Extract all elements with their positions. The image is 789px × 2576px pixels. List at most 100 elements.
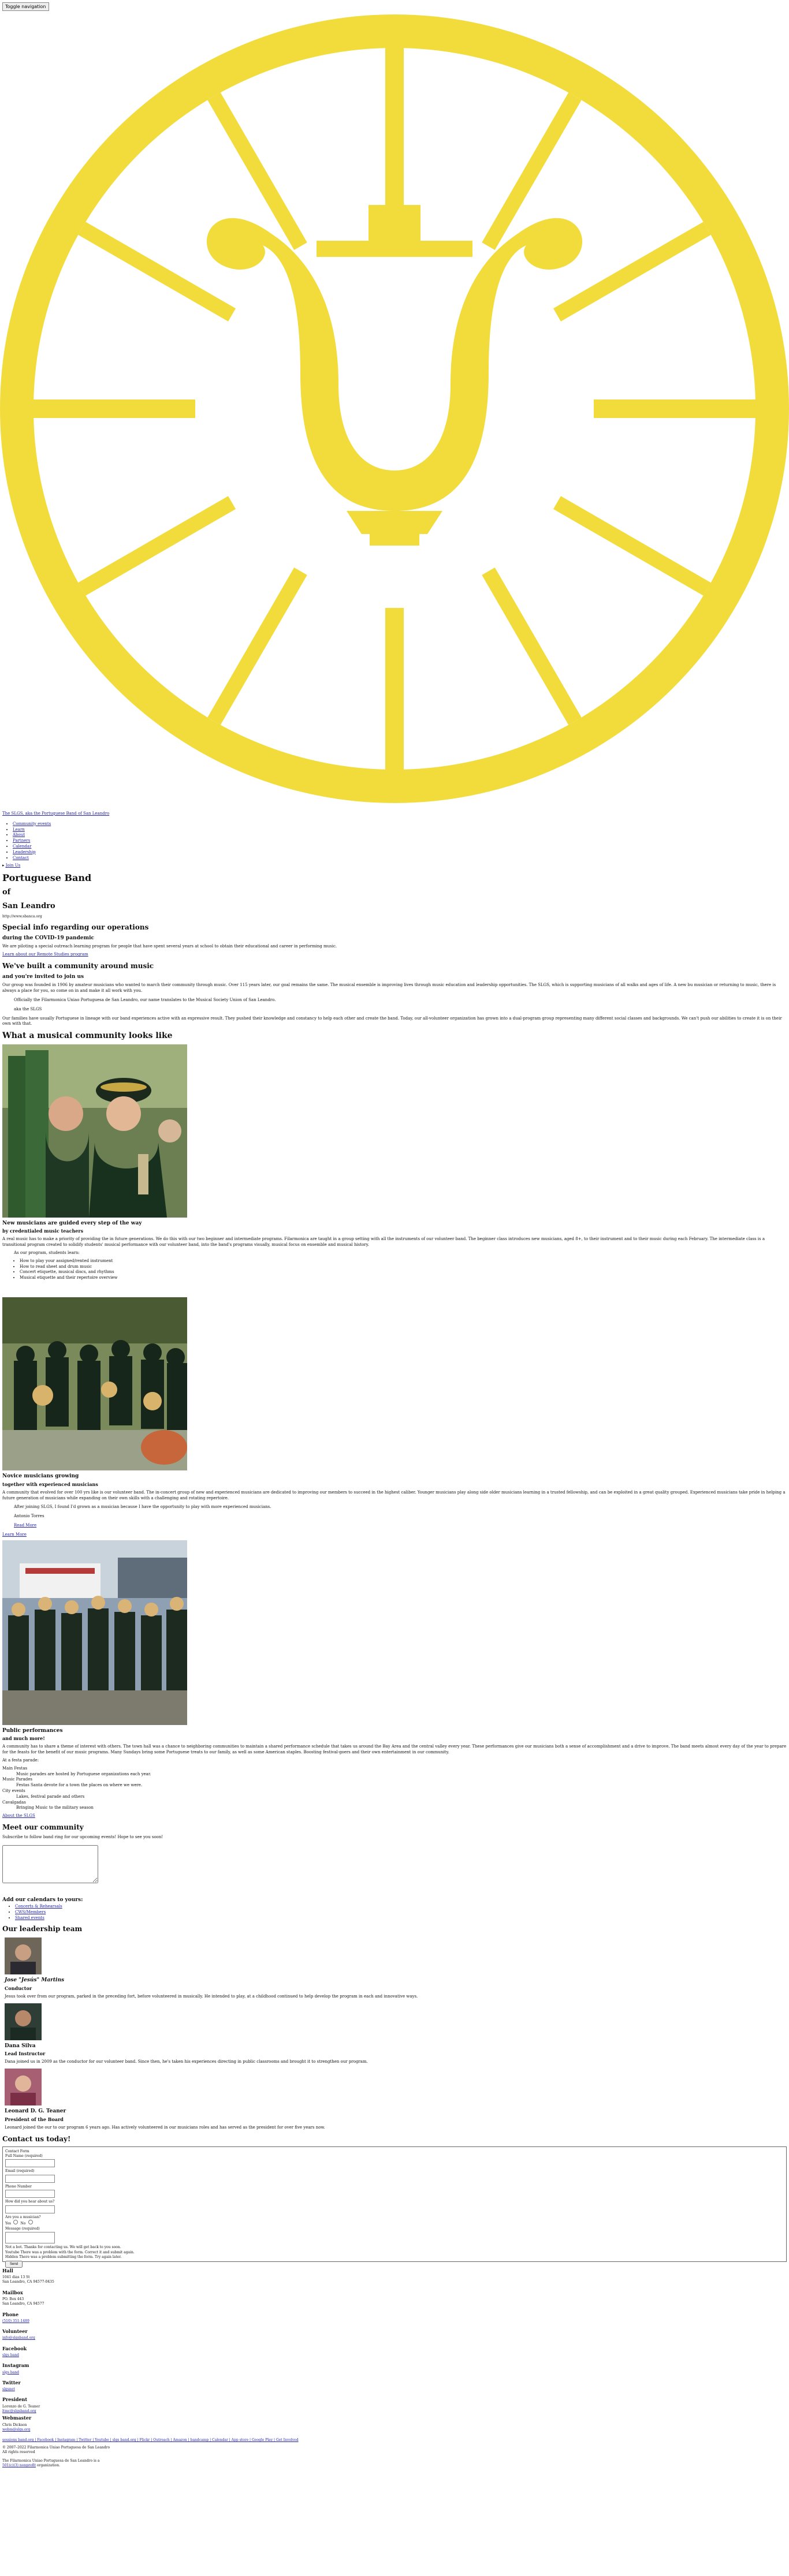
field-label: Phone Number (5, 2184, 32, 2189)
org-line: The Filarmonica Uniao Portuguesa de San … (2, 2458, 100, 2463)
email-input[interactable] (5, 2174, 55, 2183)
nav-link[interactable]: Calendar (13, 844, 31, 849)
facebook-link[interactable]: slgs band (2, 2353, 19, 2357)
footer-label: Mailbox (2, 2289, 23, 2295)
radio-no[interactable] (28, 2220, 33, 2224)
president-email-link[interactable]: ltmc@slgsband.org (2, 2409, 36, 2413)
calendar-link[interactable]: Concerts & Rehearsals (15, 1904, 62, 1909)
footer-text: Chris Dickson (2, 2422, 27, 2427)
field-label: Email (required) (5, 2169, 35, 2174)
field-label: How did you hear about us? (5, 2200, 55, 2204)
nav-item-learn: Learn (13, 827, 789, 833)
event-list: Main Festas Music parades are hosted by P… (0, 1766, 789, 1811)
main-nav: Community events Learn About Partners Ca… (0, 822, 789, 861)
send-button[interactable]: Send (5, 2261, 23, 2268)
leader-name: Jose "Jesús" Martins (5, 1977, 65, 1984)
full-name-input[interactable] (5, 2159, 55, 2168)
footer-label: Facebook (2, 2345, 27, 2351)
footer-label: President (2, 2396, 28, 2403)
list-item: How to read sheet and drum music (20, 1264, 789, 1270)
community-quote: Officially the Filarmonica Uniao Portugu… (14, 997, 276, 1002)
leader-name: Leonard D. G. Teaner (5, 2108, 66, 2115)
rights: All rights reserved (2, 2450, 35, 2455)
calendar-list: Concerts & Rehearsals CWS/Members Shared… (0, 1904, 789, 1921)
leader-bio: Jesus took over from our program, parked… (5, 1993, 418, 1999)
photo-band-marching (2, 1297, 187, 1471)
calendar-link[interactable]: Shared events (15, 1916, 44, 1920)
radio-yes[interactable] (13, 2220, 18, 2224)
covid-heading: Special info regarding our operations (2, 923, 149, 931)
community-heading: We've built a community around music (2, 961, 154, 970)
nav-link[interactable]: Leadership (13, 850, 36, 854)
org-suffix: organization. (36, 2463, 61, 2467)
learn-more-link[interactable]: Learn More (2, 1532, 27, 1537)
calendar-heading: Add our calendars to yours: (2, 1897, 83, 1903)
instagram-link[interactable]: slgs band (2, 2370, 19, 2375)
list-item: How to play your assigned/rented instrum… (20, 1259, 789, 1264)
remote-studies-link[interactable]: Learn about our Remote Studies program (2, 952, 88, 957)
hero-subtitle: http://www.sbanca.org (2, 914, 42, 919)
join-us-link[interactable]: Join Us (6, 863, 20, 868)
nav-link[interactable]: Community events (13, 822, 51, 826)
email-link[interactable]: info@slgsband.org (2, 2336, 35, 2340)
form-note: Not a bot. Thanks for contacting us. We … (5, 2245, 121, 2250)
phone-input[interactable] (5, 2190, 55, 2198)
nav-link[interactable]: Partners (13, 838, 30, 843)
new-musicians-heading: New musicians are guided every step of t… (2, 1220, 142, 1226)
nav-item-leadership: Leadership (13, 850, 789, 856)
calendar-item: Concerts & Rehearsals (15, 1904, 789, 1910)
avatar (5, 2003, 42, 2040)
referral-input[interactable] (5, 2205, 55, 2213)
nav-item-about: About (13, 832, 789, 838)
contact-heading: Contact us today! (2, 2134, 71, 2143)
new-musicians-lead: As our program, students learn: (14, 1250, 80, 1256)
community-body: Our group was founded in 1906 by amateur… (2, 983, 776, 994)
radio-yes-label: Yes (5, 2222, 12, 2226)
form-note: Youtube There was a problem with the for… (5, 2250, 135, 2254)
nav-toggle-button[interactable]: Toggle navigation (2, 2, 49, 11)
leadership-heading: Our leadership team (2, 1925, 83, 1933)
community-body-2: Our families have usually Portuguese in … (2, 1016, 782, 1026)
leader-card: Dana Silva Lead Instructor Dana joined u… (2, 2003, 787, 2066)
lyre-logo-graphic (0, 14, 789, 803)
twitter-link[interactable]: slgsnet (2, 2387, 15, 2391)
read-more-link[interactable]: Read More (14, 1523, 36, 1528)
footer-label: Volunteer (2, 2328, 28, 2335)
calendar-link[interactable]: CWS/Members (15, 1910, 46, 1914)
nav-link[interactable]: Learn (13, 827, 25, 832)
field-label: Message (required) (5, 2226, 40, 2231)
public-heading: Public performances (2, 1727, 63, 1734)
webmaster-email-link[interactable]: webm@slgs.org (2, 2428, 30, 2432)
hero-title-city: San Leandro (2, 902, 55, 911)
leader-name: Dana Silva (5, 2043, 36, 2049)
public-list-intro: At a festa parade: (2, 1757, 39, 1763)
list-item: Musical etiquette and their repertoire o… (20, 1275, 789, 1281)
leader-card: Jose "Jesús" Martins Conductor Jesus too… (2, 1937, 787, 2000)
list-item: Concert etiquette, musical discs, and rh… (20, 1270, 789, 1275)
footer: Hall 1041 dias 13 St San Leandro, CA 945… (0, 2268, 789, 2469)
nonprofit-link[interactable]: 501(c)(3) nonprofit (2, 2463, 36, 2467)
footer-label: Hall (2, 2267, 13, 2273)
footer-text: San Leandro, CA 94577-0435 (2, 2280, 54, 2284)
novice-body: A community that evolved for over 100 yr… (2, 1489, 786, 1500)
public-body: A community has to share a theme of inte… (2, 1744, 787, 1755)
event-item: Main Festas Music parades are hosted by P… (2, 1765, 151, 1776)
phone-link[interactable]: (510) 351-1489 (2, 2319, 29, 2323)
event-item: Music Parades Festas Santa devote for a t… (2, 1777, 143, 1788)
avatar (5, 2069, 42, 2106)
copyright: © 2007–2022 Filarmonica Uniao Portuguesa… (2, 2445, 110, 2450)
message-input[interactable] (5, 2232, 55, 2244)
about-link[interactable]: About the SLGS (2, 1813, 35, 1818)
leader-role: Lead Instructor (5, 2051, 46, 2057)
photo-parade (2, 1540, 187, 1725)
nav-link[interactable]: About (13, 832, 25, 837)
subscribe-textarea[interactable] (2, 1845, 98, 1883)
public-subheading: and much more! (2, 1735, 45, 1742)
novice-heading: Novice musicians growing (2, 1473, 79, 1480)
covid-body: We are piloting a special outreach learn… (2, 944, 337, 949)
footer-links-row[interactable]: sessions band.org | Facebook | Instagram… (2, 2438, 299, 2442)
nav-link[interactable]: Contact (13, 856, 29, 860)
avatar (5, 1937, 42, 1975)
leader-role: Conductor (5, 1985, 32, 1991)
brand-link[interactable]: The SLGS, aka the Portuguese Band of San… (2, 811, 109, 816)
